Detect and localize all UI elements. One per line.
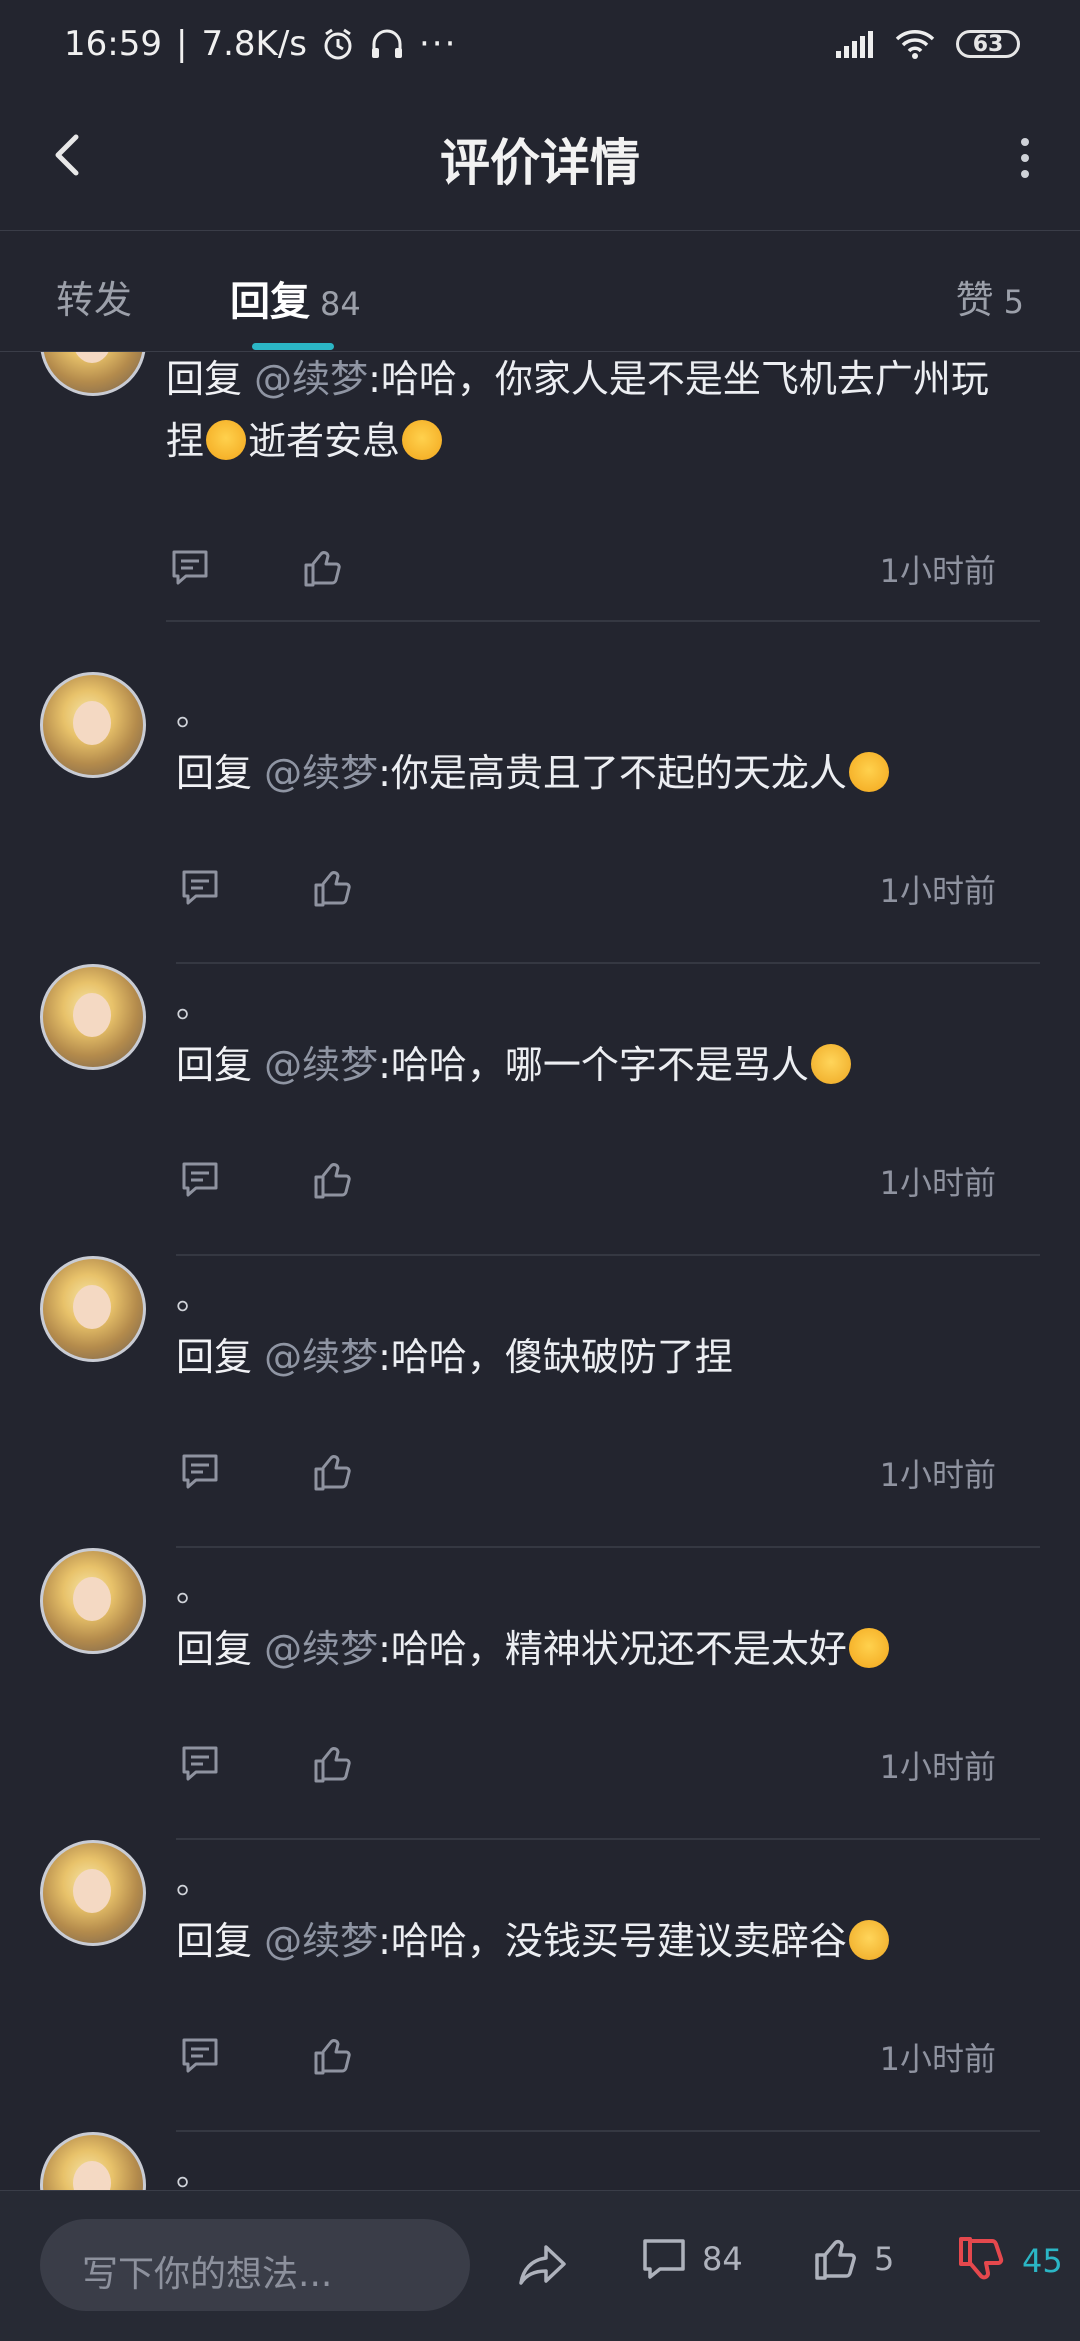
thumbs-up-icon[interactable] (310, 866, 354, 910)
tab-replies-count: 84 (320, 285, 361, 323)
reply-text: 回复 @续梦:你是高贵且了不起的天龙人 (176, 742, 1016, 804)
like-count: 5 (874, 2240, 895, 2278)
timestamp: 1小时前 (879, 2040, 996, 2078)
list-item: 。 回复 @续梦:你是高贵且了不起的天龙人 1小时前 (0, 672, 1080, 964)
thumbs-up-icon[interactable] (300, 546, 344, 590)
mention-link[interactable]: @续梦 (264, 1043, 378, 1087)
share-button[interactable] (516, 2241, 570, 2289)
avatar[interactable] (40, 1840, 146, 1946)
comment-icon[interactable] (178, 2034, 222, 2078)
crying-emoji (848, 752, 889, 792)
bottom-action-bar: 写下你的想法... 84 5 45 (0, 2190, 1080, 2341)
reply-input-placeholder: 写下你的想法... (82, 2254, 333, 2295)
comment-actions: 1小时前 (166, 540, 996, 600)
signal-icon (836, 31, 873, 58)
avatar[interactable] (40, 2132, 146, 2190)
comment-actions: 1小时前 (176, 1736, 996, 1796)
status-left: 16:59 | 7.8K/s ··· (64, 24, 458, 64)
status-bar: 16:59 | 7.8K/s ··· 63 (0, 0, 1080, 95)
comment-icon[interactable] (178, 1158, 222, 1202)
hugging-emoji (810, 1044, 851, 1084)
status-right: 63 (834, 28, 1020, 60)
thumbs-up-icon (815, 2239, 856, 2280)
mention-link[interactable]: @续梦 (254, 357, 368, 401)
tab-likes-count: 5 (1003, 283, 1024, 321)
mention-link[interactable]: @续梦 (264, 1335, 378, 1379)
list-item: 。 (0, 2132, 1080, 2190)
reply-text: 回复 @续梦:哈哈，傻缺破防了捏 (176, 1335, 733, 1379)
tab-reposts[interactable]: 转发 (56, 269, 132, 324)
thumbs-down-icon (959, 2237, 1004, 2280)
mention-link[interactable]: @续梦 (264, 1919, 378, 1963)
dislike-button[interactable]: 45 (956, 2235, 1063, 2287)
tab-replies[interactable]: 回复 84 (230, 269, 361, 327)
hugging-emoji (848, 1920, 889, 1960)
like-button[interactable]: 5 (812, 2235, 894, 2283)
avatar[interactable] (40, 1548, 146, 1654)
user-name[interactable]: 。 (176, 686, 210, 735)
user-name[interactable]: 。 (176, 978, 210, 1027)
thumbs-up-icon[interactable] (310, 2034, 354, 2078)
reply-text: 回复 @续梦:哈哈，你家人是不是坐飞机去广州玩捏 逝者安息 (166, 357, 989, 463)
user-name[interactable]: 。 (176, 1562, 210, 1611)
thumbs-up-icon[interactable] (310, 1158, 354, 1202)
battery-indicator: 63 (956, 30, 1020, 58)
crying-emoji (402, 420, 443, 460)
status-time: 16:59 (64, 24, 162, 64)
avatar[interactable] (40, 1256, 146, 1362)
avatar[interactable] (40, 964, 146, 1070)
timestamp: 1小时前 (879, 1748, 996, 1786)
comment-icon[interactable] (178, 866, 222, 910)
reply-text: 回复 @续梦:哈哈，精神状况还不是太好 (176, 1618, 1016, 1680)
comment-icon[interactable] (178, 1450, 222, 1494)
user-name[interactable]: 。 (176, 1270, 210, 1319)
list-item: 。 回复 @续梦:哈哈，精神状况还不是太好 1小时前 (0, 1548, 1080, 1840)
app-header: 评价详情 (0, 95, 1080, 231)
list-item: 。 回复 @续梦:哈哈，没钱买号建议卖辟谷 1小时前 (0, 1840, 1080, 2132)
comment-actions: 1小时前 (176, 860, 996, 920)
timestamp: 1小时前 (879, 1456, 996, 1494)
tab-bar: 转发 回复 84 赞5 (0, 231, 1080, 352)
crying-emoji (206, 420, 247, 460)
comment-count: 84 (702, 2240, 743, 2278)
list-item: 。 回复 @续梦:哈哈，哪一个字不是骂人 1小时前 (0, 964, 1080, 1256)
more-notifications-icon: ··· (419, 24, 458, 64)
tab-active-indicator (252, 343, 334, 350)
crying-emoji (848, 1628, 889, 1668)
comment-icon[interactable] (168, 546, 212, 590)
tab-likes[interactable]: 赞5 (956, 269, 1024, 324)
list-item: 。 回复 @续梦:哈哈，傻缺破防了捏 1小时前 (0, 1256, 1080, 1548)
network-speed: 7.8K/s (201, 24, 307, 64)
timestamp: 1小时前 (879, 552, 996, 590)
comment-actions: 1小时前 (176, 1152, 996, 1212)
thumbs-up-icon[interactable] (310, 1450, 354, 1494)
reply-input[interactable]: 写下你的想法... (40, 2219, 470, 2311)
dislike-count: 45 (1022, 2242, 1063, 2280)
comment-icon[interactable] (178, 1742, 222, 1786)
timestamp: 1小时前 (879, 1164, 996, 1202)
reply-text: 回复 @续梦:哈哈，哪一个字不是骂人 (176, 1034, 1016, 1096)
headphones-icon (372, 29, 402, 58)
avatar[interactable] (40, 352, 146, 396)
avatar[interactable] (40, 672, 146, 778)
thumbs-up-icon[interactable] (310, 1742, 354, 1786)
divider (166, 620, 1040, 622)
timestamp: 1小时前 (879, 872, 996, 910)
mention-link[interactable]: @续梦 (264, 751, 378, 795)
more-vertical-icon[interactable] (1010, 133, 1040, 183)
share-icon (519, 2245, 566, 2285)
user-name[interactable]: 。 (176, 1854, 210, 1903)
alarm-icon (324, 28, 352, 60)
comment-count-button[interactable]: 84 (640, 2235, 743, 2283)
page-title: 评价详情 (440, 134, 640, 192)
wifi-icon (895, 30, 935, 59)
comment-icon (643, 2239, 685, 2279)
comment-actions: 1小时前 (176, 1444, 996, 1504)
reply-list[interactable]: 。 回复 @续梦:哈哈，你家人是不是坐飞机去广州玩捏逝者安息 1小时前 。 回复… (0, 352, 1080, 2190)
reply-text: 回复 @续梦:哈哈，没钱买号建议卖辟谷 (176, 1910, 1016, 1972)
list-item: 。 回复 @续梦:哈哈，你家人是不是坐飞机去广州玩捏逝者安息 1小时前 (0, 352, 1080, 622)
mention-link[interactable]: @续梦 (264, 1627, 378, 1671)
comment-actions: 1小时前 (176, 2028, 996, 2088)
user-name[interactable]: 。 (176, 2146, 210, 2190)
